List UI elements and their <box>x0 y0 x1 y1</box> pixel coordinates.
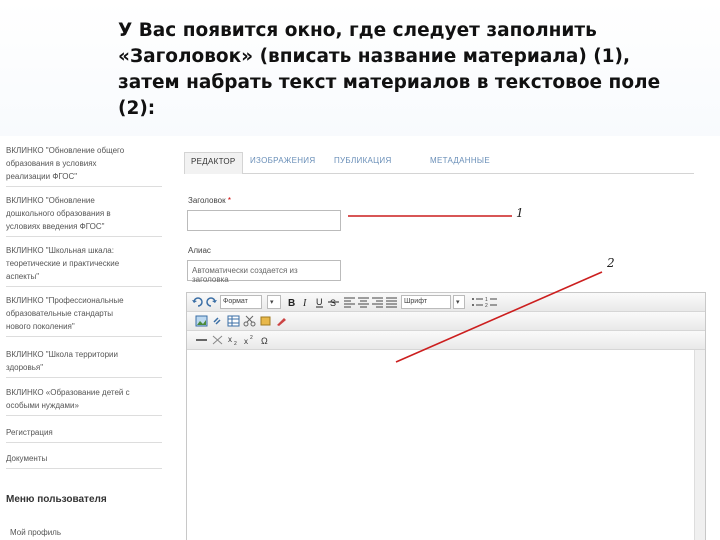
align-left-icon[interactable] <box>343 296 356 308</box>
svg-text:x: x <box>228 335 232 344</box>
svg-text:B: B <box>288 298 295 308</box>
svg-text:2: 2 <box>485 303 488 308</box>
sidebar-item[interactable]: ВКЛИНКО "Обновление общего образования в… <box>6 144 162 187</box>
sidebar-item[interactable]: ВКЛИНКО "Обновление дошкольного образова… <box>6 194 162 237</box>
sidebar-item[interactable]: ВКЛИНКО "Школа территории здоровья" <box>6 348 162 378</box>
sidebar-item[interactable]: Регистрация <box>6 426 162 443</box>
format-dropdown-toggle[interactable]: ▾ <box>267 295 281 309</box>
ordered-list-icon[interactable]: 12 <box>485 296 498 308</box>
editor-tabs: РЕДАКТОР ИЗОБРАЖЕНИЯ ПУБЛИКАЦИЯ МЕТАДАНН… <box>184 152 694 174</box>
editor-toolbar-row: x2 x2 Ω <box>187 331 705 350</box>
sidebar-item[interactable]: ВКЛИНКО "Профессиональные образовательны… <box>6 294 162 337</box>
link-icon[interactable] <box>211 315 224 327</box>
instruction-text: У Вас появится окно, где следует заполни… <box>118 18 713 122</box>
svg-text:2: 2 <box>250 335 253 341</box>
marker-2: 2 <box>607 256 615 270</box>
instruction-line: «Заголовок» (вписать название материала)… <box>118 46 631 67</box>
title-label: Заголовок * <box>188 196 231 205</box>
sidebar-item[interactable]: ВКЛИНКО «Образование детей с особыми нуж… <box>6 386 162 416</box>
required-mark: * <box>227 196 231 205</box>
format-select[interactable]: Формат <box>220 295 262 309</box>
editor-toolbar-row <box>187 312 705 331</box>
clear-format-icon[interactable] <box>211 334 224 346</box>
strikethrough-icon[interactable]: S <box>327 296 340 308</box>
user-menu-heading: Меню пользователя <box>6 494 107 505</box>
image-icon[interactable] <box>195 315 208 327</box>
font-select[interactable]: Шрифт <box>401 295 451 309</box>
cms-screenshot: ВКЛИНКО "Обновление общего образования в… <box>0 136 720 540</box>
svg-text:S: S <box>330 298 336 308</box>
sidebar: ВКЛИНКО "Обновление общего образования в… <box>0 136 170 540</box>
bold-icon[interactable]: B <box>285 296 298 308</box>
redo-icon[interactable] <box>205 296 218 308</box>
align-justify-icon[interactable] <box>385 296 398 308</box>
alias-input[interactable]: Автоматически создается из заголовка <box>187 260 341 284</box>
instruction-line: У Вас появится окно, где следует заполни… <box>118 20 597 41</box>
alias-label: Алиас <box>188 246 211 255</box>
title-label-text: Заголовок <box>188 196 226 205</box>
brush-icon[interactable] <box>275 315 288 327</box>
svg-text:x: x <box>244 337 248 346</box>
media-icon[interactable] <box>259 315 272 327</box>
font-dropdown-toggle[interactable]: ▾ <box>453 295 465 309</box>
editor-scrollbar[interactable] <box>694 350 705 540</box>
subscript-icon[interactable]: x2 <box>227 334 240 346</box>
svg-text:U: U <box>316 297 323 307</box>
unordered-list-icon[interactable] <box>471 296 484 308</box>
svg-text:2: 2 <box>234 341 237 346</box>
align-right-icon[interactable] <box>371 296 384 308</box>
title-input[interactable] <box>187 210 341 231</box>
superscript-icon[interactable]: x2 <box>243 334 256 346</box>
tab-publishing[interactable]: ПУБЛИКАЦИЯ <box>334 156 392 165</box>
special-char-icon[interactable]: Ω <box>259 334 272 346</box>
undo-icon[interactable] <box>191 296 204 308</box>
align-center-icon[interactable] <box>357 296 370 308</box>
editor-toolbar-row: Формат ▾ B I U S Шрифт ▾ 12 <box>187 293 705 312</box>
tab-images[interactable]: ИЗОБРАЖЕНИЯ <box>250 156 315 165</box>
instruction-line: (2): <box>118 98 156 119</box>
tab-metadata[interactable]: МЕТАДАННЫЕ <box>430 156 490 165</box>
svg-text:I: I <box>302 298 307 308</box>
svg-text:Ω: Ω <box>261 336 268 346</box>
marker-1: 1 <box>516 206 524 220</box>
cut-icon[interactable] <box>243 315 256 327</box>
tab-editor[interactable]: РЕДАКТОР <box>184 152 243 174</box>
sidebar-item[interactable]: Документы <box>6 452 162 469</box>
horizontal-rule-icon[interactable] <box>195 334 208 346</box>
editor-text-area[interactable] <box>187 350 693 540</box>
italic-icon[interactable]: I <box>299 296 312 308</box>
instruction-line: затем набрать текст материалов в текстов… <box>118 72 661 93</box>
sidebar-item[interactable]: ВКЛИНКО "Школьная шкала: теоретические и… <box>6 244 162 287</box>
sidebar-item-profile[interactable]: Мой профиль <box>10 528 61 537</box>
text-editor: Формат ▾ B I U S Шрифт ▾ 12 x2 x 2 Ω <box>186 292 706 540</box>
table-icon[interactable] <box>227 315 240 327</box>
underline-icon[interactable]: U <box>313 296 326 308</box>
